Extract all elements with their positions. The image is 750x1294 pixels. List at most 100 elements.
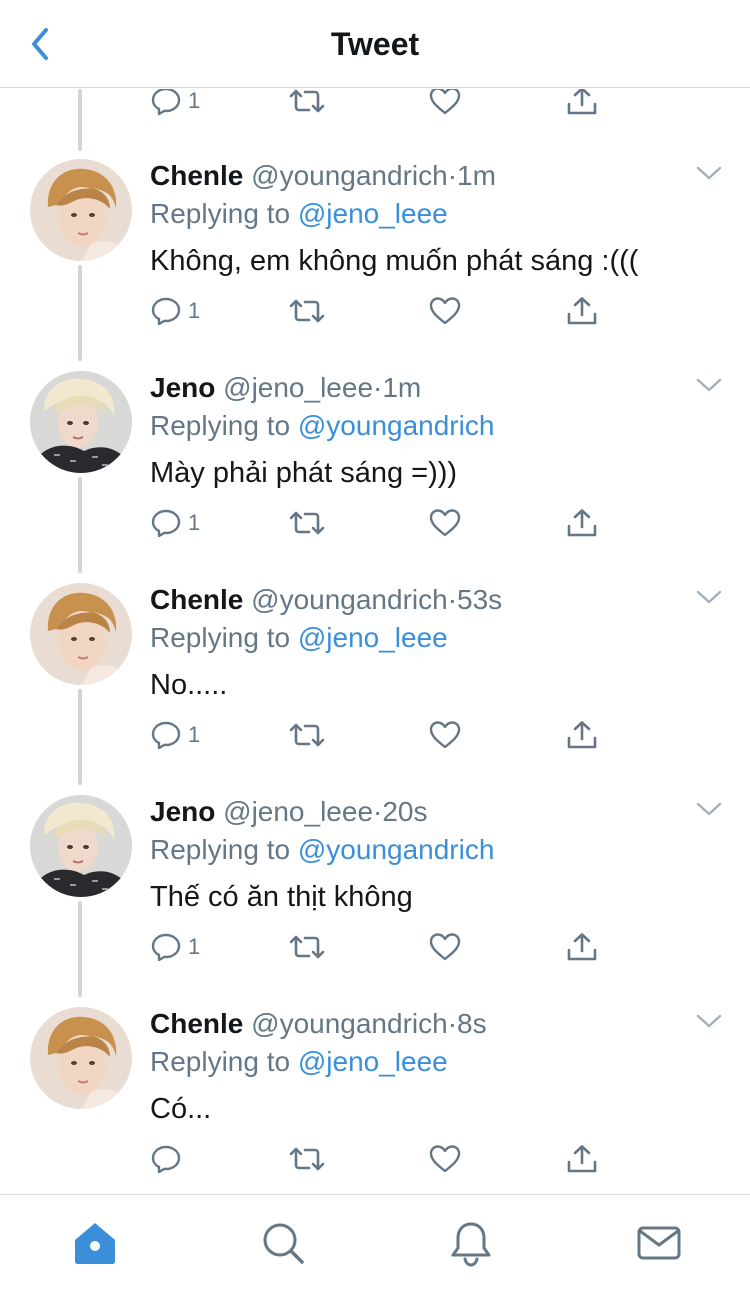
user-handle[interactable]: @youngandrich bbox=[251, 1008, 448, 1039]
chevron-down-icon[interactable] bbox=[694, 163, 724, 183]
separator: · bbox=[373, 372, 383, 403]
retweet-icon bbox=[289, 299, 325, 323]
like-button[interactable] bbox=[428, 1141, 462, 1177]
timestamp: 1m bbox=[457, 160, 496, 191]
reply-button[interactable]: 1 bbox=[150, 89, 200, 119]
tweet-text: Có... bbox=[150, 1093, 212, 1125]
retweet-button[interactable] bbox=[288, 929, 326, 965]
user-handle[interactable]: @youngandrich bbox=[251, 160, 448, 191]
retweet-button[interactable] bbox=[288, 89, 326, 119]
like-button[interactable] bbox=[428, 89, 462, 119]
avatar[interactable] bbox=[30, 159, 132, 261]
timestamp: 1m bbox=[382, 372, 422, 403]
tweet[interactable]: Chenle @youngandrich·8s Replying to @jen… bbox=[0, 1007, 750, 1194]
replying-prefix: Replying to bbox=[150, 198, 291, 229]
replying-to: Replying to @youngandrich bbox=[150, 409, 494, 443]
display-name[interactable]: Chenle bbox=[150, 1008, 243, 1039]
share-button[interactable] bbox=[566, 1141, 598, 1177]
separator: · bbox=[373, 796, 383, 827]
tweet-header: Chenle @youngandrich·53s bbox=[150, 583, 502, 617]
user-handle[interactable]: @jeno_leee bbox=[223, 796, 373, 827]
chevron-down-icon[interactable] bbox=[694, 587, 724, 607]
user-handle[interactable]: @jeno_leee bbox=[223, 372, 373, 403]
avatar[interactable] bbox=[30, 371, 132, 473]
replying-prefix: Replying to bbox=[150, 1046, 291, 1077]
bottom-tab-bar bbox=[0, 1194, 750, 1294]
display-name[interactable]: Chenle bbox=[150, 160, 243, 191]
mention-link[interactable]: @jeno_leee bbox=[298, 1046, 448, 1077]
reply-count: 1 bbox=[188, 298, 201, 323]
tweet-actions: 1 bbox=[150, 293, 620, 329]
avatar[interactable] bbox=[30, 583, 132, 685]
display-name[interactable]: Chenle bbox=[150, 584, 243, 615]
replying-to: Replying to @jeno_leee bbox=[150, 621, 448, 655]
replying-to: Replying to @jeno_leee bbox=[150, 197, 448, 231]
search-icon[interactable] bbox=[259, 1219, 307, 1267]
chevron-down-icon[interactable] bbox=[694, 1011, 724, 1031]
mail-icon[interactable] bbox=[635, 1219, 683, 1267]
reply-button[interactable]: 1 bbox=[150, 929, 200, 965]
tweet-text: Thế có ăn thịt không bbox=[150, 881, 413, 913]
user-handle[interactable]: @youngandrich bbox=[251, 584, 448, 615]
tweet-text: Mày phải phát sáng =))) bbox=[150, 457, 458, 489]
retweet-button[interactable] bbox=[288, 505, 326, 541]
reply-button[interactable] bbox=[150, 1141, 188, 1177]
reply-count: 1 bbox=[188, 89, 201, 113]
like-button[interactable] bbox=[428, 293, 462, 329]
thread-connector bbox=[78, 89, 82, 151]
like-button[interactable] bbox=[428, 929, 462, 965]
retweet-icon bbox=[289, 935, 325, 959]
replying-prefix: Replying to bbox=[150, 622, 291, 653]
chevron-down-icon[interactable] bbox=[694, 799, 724, 819]
like-button[interactable] bbox=[428, 717, 462, 753]
share-button[interactable] bbox=[566, 293, 598, 329]
display-name[interactable]: Jeno bbox=[150, 372, 215, 403]
tweet[interactable]: Jeno @jeno_leee·1m Replying to @youngand… bbox=[0, 371, 750, 583]
mention-link[interactable]: @youngandrich bbox=[298, 834, 495, 865]
reply-button[interactable]: 1 bbox=[150, 717, 200, 753]
reply-count: 1 bbox=[188, 510, 201, 535]
tweet-header: Jeno @jeno_leee·1m bbox=[150, 371, 421, 405]
bell-icon[interactable] bbox=[447, 1219, 495, 1267]
retweet-icon bbox=[289, 1147, 325, 1171]
share-button[interactable] bbox=[566, 929, 598, 965]
replying-to: Replying to @youngandrich bbox=[150, 833, 494, 867]
heart-icon bbox=[429, 933, 461, 961]
display-name[interactable]: Jeno bbox=[150, 796, 215, 827]
mention-link[interactable]: @jeno_leee bbox=[298, 622, 448, 653]
share-icon bbox=[567, 89, 597, 115]
retweet-button[interactable] bbox=[288, 717, 326, 753]
tweet[interactable]: Chenle @youngandrich·1m Replying to @jen… bbox=[0, 159, 750, 371]
reply-button[interactable]: 1 bbox=[150, 293, 200, 329]
page-title: Tweet bbox=[330, 26, 420, 62]
reply-icon bbox=[151, 933, 181, 962]
retweet-button[interactable] bbox=[288, 1141, 326, 1177]
retweet-button[interactable] bbox=[288, 293, 326, 329]
heart-icon bbox=[429, 89, 461, 115]
reply-icon bbox=[151, 89, 181, 116]
tweet-header: Chenle @youngandrich·8s bbox=[150, 1007, 487, 1041]
like-button[interactable] bbox=[428, 505, 462, 541]
retweet-icon bbox=[289, 723, 325, 747]
tweet-header: Jeno @jeno_leee·20s bbox=[150, 795, 428, 829]
mention-link[interactable]: @youngandrich bbox=[298, 410, 495, 441]
avatar[interactable] bbox=[30, 795, 132, 897]
tweet[interactable]: Jeno @jeno_leee·20s Replying to @youngan… bbox=[0, 795, 750, 1007]
tweet[interactable]: Chenle @youngandrich·53s Replying to @je… bbox=[0, 583, 750, 795]
tweet-actions: 1 bbox=[150, 929, 620, 965]
chevron-down-icon[interactable] bbox=[694, 375, 724, 395]
share-button[interactable] bbox=[566, 717, 598, 753]
separator: · bbox=[447, 160, 458, 191]
mention-link[interactable]: @jeno_leee bbox=[298, 198, 448, 229]
separator: · bbox=[447, 1008, 458, 1039]
retweet-icon bbox=[289, 89, 325, 113]
home-icon[interactable] bbox=[71, 1219, 119, 1267]
reply-button[interactable]: 1 bbox=[150, 505, 200, 541]
replying-prefix: Replying to bbox=[150, 834, 291, 865]
reply-count: 1 bbox=[188, 934, 201, 959]
share-button[interactable] bbox=[566, 505, 598, 541]
share-button[interactable] bbox=[566, 89, 598, 119]
avatar[interactable] bbox=[30, 1007, 132, 1109]
timestamp: 53s bbox=[457, 584, 503, 615]
reply-count: 1 bbox=[188, 722, 201, 747]
